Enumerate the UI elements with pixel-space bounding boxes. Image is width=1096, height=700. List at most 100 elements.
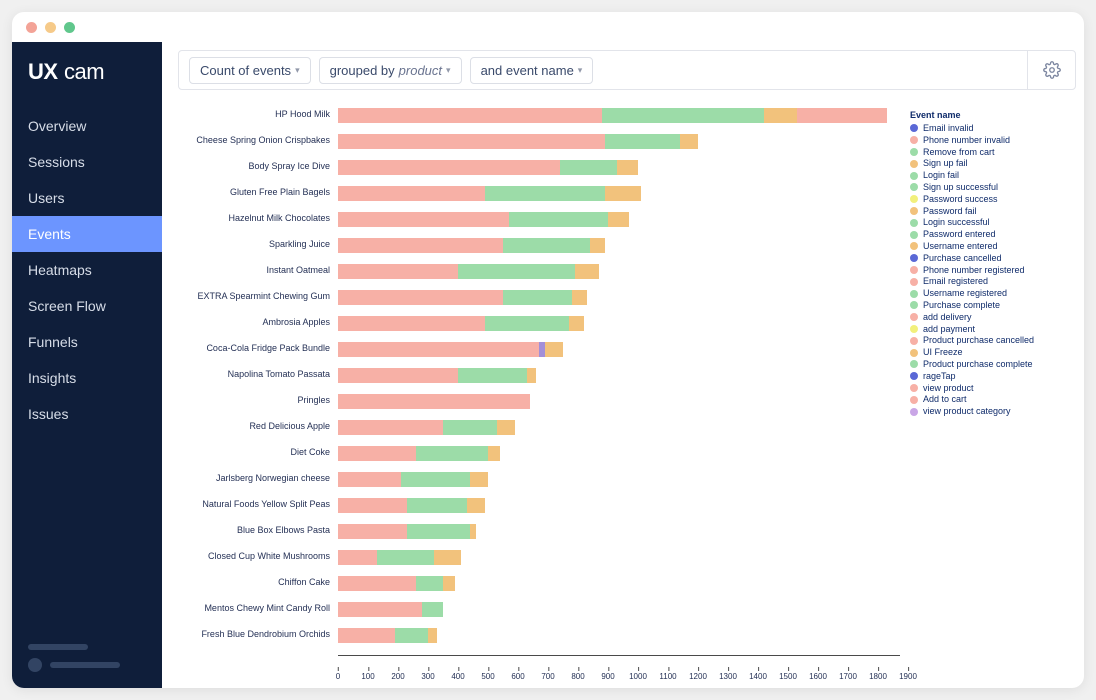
filter-count-of-events[interactable]: Count of events ▾ [189,57,311,84]
bar-segment[interactable] [485,186,605,201]
bar-segment[interactable] [338,368,458,383]
bar-segment[interactable] [569,316,584,331]
bar-segment[interactable] [527,368,536,383]
sidebar-item-issues[interactable]: Issues [12,396,162,432]
legend-item[interactable]: add payment [910,324,1072,335]
bar-segment[interactable] [617,160,638,175]
sidebar-item-insights[interactable]: Insights [12,360,162,396]
bar[interactable] [338,628,900,643]
legend-item[interactable]: view product [910,383,1072,394]
filter-event-name[interactable]: and event name ▾ [470,57,594,84]
bar-segment[interactable] [458,264,575,279]
bar-segment[interactable] [395,628,428,643]
legend-item[interactable]: Add to cart [910,394,1072,405]
bar[interactable] [338,238,900,253]
bar-segment[interactable] [422,602,443,617]
bar-segment[interactable] [560,160,617,175]
bar-segment[interactable] [485,316,569,331]
legend-item[interactable]: view product category [910,406,1072,417]
bar[interactable] [338,342,900,357]
bar-segment[interactable] [602,108,764,123]
legend-item[interactable]: Username registered [910,288,1072,299]
bar-segment[interactable] [443,420,497,435]
bar-segment[interactable] [428,628,437,643]
legend-item[interactable]: Sign up successful [910,182,1072,193]
bar-segment[interactable] [503,238,590,253]
legend-item[interactable]: Remove from cart [910,147,1072,158]
bar[interactable] [338,290,900,305]
bar-segment[interactable] [338,264,458,279]
bar-segment[interactable] [338,498,407,513]
legend-item[interactable]: Product purchase complete [910,359,1072,370]
settings-button[interactable] [1027,51,1075,89]
bar-segment[interactable] [572,290,587,305]
close-icon[interactable] [26,22,37,33]
sidebar-item-users[interactable]: Users [12,180,162,216]
legend-item[interactable]: Password entered [910,229,1072,240]
bar-segment[interactable] [545,342,563,357]
bar-segment[interactable] [338,134,605,149]
bar-segment[interactable] [470,472,488,487]
bar-segment[interactable] [338,186,485,201]
bar[interactable] [338,576,900,591]
bar[interactable] [338,368,900,383]
minimize-icon[interactable] [45,22,56,33]
bar[interactable] [338,186,900,201]
bar-segment[interactable] [416,576,443,591]
legend-item[interactable]: Username entered [910,241,1072,252]
legend-item[interactable]: Purchase complete [910,300,1072,311]
bar-segment[interactable] [605,186,641,201]
legend-item[interactable]: Login successful [910,217,1072,228]
legend-item[interactable]: Product purchase cancelled [910,335,1072,346]
bar-segment[interactable] [338,420,443,435]
filter-grouped-by[interactable]: grouped by product ▾ [319,57,462,84]
bar-segment[interactable] [401,472,470,487]
legend-item[interactable]: UI Freeze [910,347,1072,358]
sidebar-item-funnels[interactable]: Funnels [12,324,162,360]
legend-item[interactable]: Sign up fail [910,158,1072,169]
bar[interactable] [338,446,900,461]
bar-segment[interactable] [338,316,485,331]
bar[interactable] [338,550,900,565]
bar[interactable] [338,394,900,409]
legend-item[interactable]: Purchase cancelled [910,253,1072,264]
legend-item[interactable]: Phone number registered [910,265,1072,276]
bar-segment[interactable] [443,576,455,591]
bar[interactable] [338,160,900,175]
sidebar-item-overview[interactable]: Overview [12,108,162,144]
bar[interactable] [338,108,900,123]
bar-segment[interactable] [338,602,422,617]
bar-segment[interactable] [338,160,560,175]
bar[interactable] [338,420,900,435]
bar-segment[interactable] [338,290,503,305]
bar-segment[interactable] [605,134,680,149]
sidebar-item-sessions[interactable]: Sessions [12,144,162,180]
legend-item[interactable]: Login fail [910,170,1072,181]
sidebar-item-screen-flow[interactable]: Screen Flow [12,288,162,324]
sidebar-item-events[interactable]: Events [12,216,162,252]
bar-segment[interactable] [497,420,515,435]
legend-item[interactable]: Email registered [910,276,1072,287]
bar-segment[interactable] [509,212,608,227]
bar-segment[interactable] [338,472,401,487]
bar-segment[interactable] [590,238,605,253]
bar-segment[interactable] [407,524,470,539]
bar[interactable] [338,134,900,149]
bar-segment[interactable] [377,550,434,565]
bar[interactable] [338,498,900,513]
sidebar-item-heatmaps[interactable]: Heatmaps [12,252,162,288]
bar-segment[interactable] [470,524,476,539]
bar-segment[interactable] [608,212,629,227]
bar-segment[interactable] [458,368,527,383]
bar[interactable] [338,264,900,279]
bar-segment[interactable] [797,108,887,123]
legend-item[interactable]: Phone number invalid [910,135,1072,146]
bar[interactable] [338,472,900,487]
bar-segment[interactable] [338,238,503,253]
bar-segment[interactable] [338,524,407,539]
legend-item[interactable]: Password success [910,194,1072,205]
bar-segment[interactable] [338,550,377,565]
bar-segment[interactable] [338,108,602,123]
bar[interactable] [338,602,900,617]
legend-item[interactable]: add delivery [910,312,1072,323]
